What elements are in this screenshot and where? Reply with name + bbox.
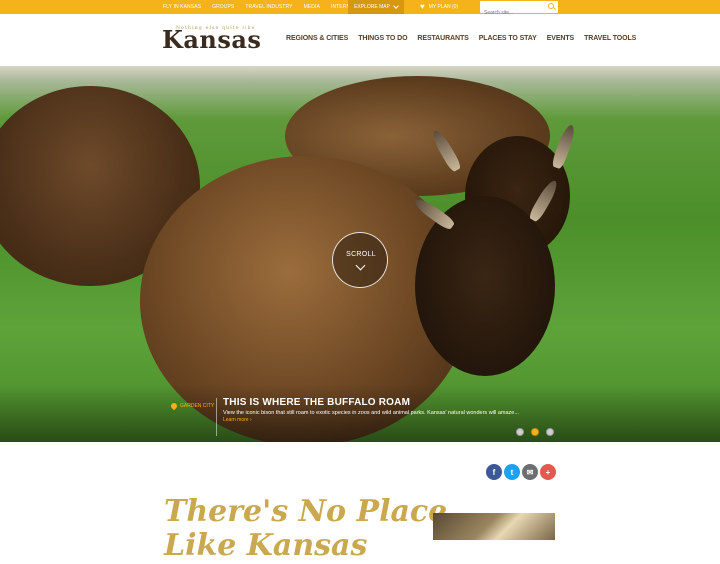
map-pin-icon: [169, 401, 179, 411]
utility-link-media[interactable]: Media: [304, 4, 320, 10]
slider-pagination: [516, 428, 554, 436]
explore-map-button[interactable]: Explore Map: [348, 0, 404, 14]
logo-tagline: Nothing else quite like: [176, 26, 256, 31]
scroll-button[interactable]: Scroll: [332, 232, 388, 288]
site-header: Nothing else quite like Kansas Regions &…: [0, 14, 720, 66]
learn-more-label: Learn more: [223, 417, 249, 423]
hero-location-label: Garden City: [180, 403, 215, 409]
main-nav: Regions & Cities Things To Do Restaurant…: [286, 35, 636, 42]
my-plan-label: My Plan (0): [428, 4, 459, 10]
twitter-icon[interactable]: t: [504, 464, 520, 480]
horn-shape: [550, 123, 578, 170]
hero-banner: Scroll Garden City This is where the buf…: [0, 66, 720, 442]
my-plan-link[interactable]: ♥ My Plan (0): [420, 0, 458, 14]
chevron-down-icon: [355, 260, 366, 271]
top-utility-bar: Fly in Kansas Groups Travel Industry Med…: [0, 0, 720, 19]
email-icon[interactable]: ✉: [522, 464, 538, 480]
feature-image: [433, 513, 555, 540]
nav-regions-cities[interactable]: Regions & Cities: [286, 35, 348, 42]
site-search: [480, 1, 558, 19]
nav-events[interactable]: Events: [547, 35, 575, 42]
nav-restaurants[interactable]: Restaurants: [417, 35, 468, 42]
kansas-logo[interactable]: Nothing else quite like Kansas: [162, 26, 261, 54]
nav-things-to-do[interactable]: Things To Do: [358, 35, 407, 42]
more-share-icon[interactable]: +: [540, 464, 556, 480]
caption-divider: [216, 398, 217, 436]
utility-link-travel-industry[interactable]: Travel Industry: [245, 4, 292, 10]
hero-title: This is where the buffalo roam: [223, 397, 411, 408]
hero-location[interactable]: Garden City: [169, 401, 215, 411]
hero-description: View the iconic bison that still roam to…: [223, 410, 519, 416]
utility-link-groups[interactable]: Groups: [212, 4, 234, 10]
nav-places-to-stay[interactable]: Places To Stay: [479, 35, 537, 42]
slider-dot-3[interactable]: [546, 428, 554, 436]
page-headline: There's No Place: [164, 494, 448, 529]
slider-dot-1[interactable]: [516, 428, 524, 436]
learn-more-link[interactable]: Learn more ›: [223, 417, 252, 423]
page-headline-line2: Like Kansas: [164, 528, 368, 563]
heart-icon: ♥: [420, 2, 425, 11]
utility-link-fly[interactable]: Fly in Kansas: [163, 4, 201, 10]
facebook-icon[interactable]: f: [486, 464, 502, 480]
explore-map-label: Explore Map: [354, 4, 390, 10]
search-icon[interactable]: [548, 3, 554, 9]
bison-head-front: [415, 196, 555, 376]
social-share: f t ✉ +: [486, 464, 556, 480]
nav-travel-tools[interactable]: Travel Tools: [584, 35, 636, 42]
slider-dot-2[interactable]: [531, 428, 539, 436]
scroll-label: Scroll: [346, 251, 376, 258]
chevron-down-icon: [393, 3, 399, 9]
